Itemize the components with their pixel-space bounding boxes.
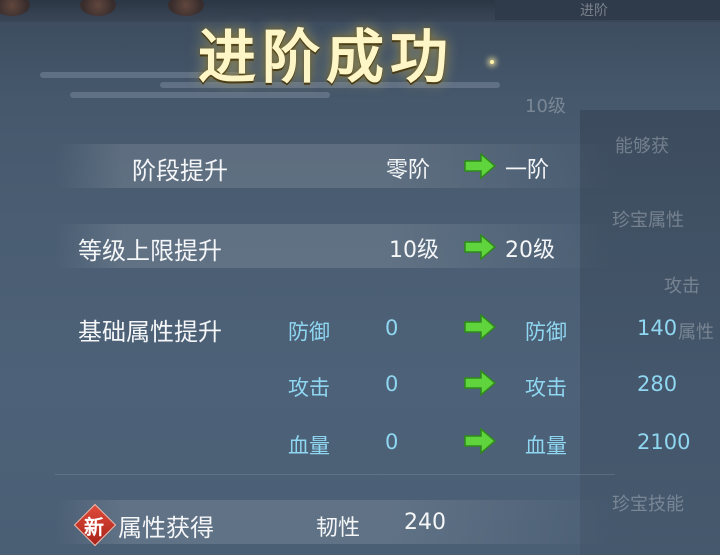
level-cap-to: 20级 (505, 238, 555, 263)
green-right-arrow-icon (463, 370, 497, 396)
attr-name-to: 攻击 (525, 376, 567, 400)
background-ghost-text: 珍宝技能 (612, 494, 684, 515)
attr-value-from: 0 (385, 430, 399, 454)
attr-name-to: 血量 (525, 434, 567, 458)
green-right-arrow-icon (463, 428, 497, 454)
stage-to: 一阶 (505, 158, 550, 183)
background-ghost-text: 珍宝属性 (612, 210, 684, 231)
sparkle-icon (490, 60, 494, 64)
attr-name-from: 攻击 (288, 376, 330, 400)
stage-label: 阶段提升 (132, 157, 228, 185)
attr-gain-value: 240 (404, 510, 446, 535)
attr-name-from: 血量 (288, 434, 330, 458)
attr-value-to: 140 (637, 316, 678, 340)
attr-value-to: 280 (637, 372, 678, 396)
green-right-arrow-icon (463, 234, 497, 260)
attr-name-from: 防御 (288, 320, 330, 344)
green-right-arrow-icon (463, 314, 497, 340)
attr-value-from: 0 (385, 316, 399, 340)
new-badge-icon: 新 (73, 503, 117, 547)
attr-value-to: 2100 (637, 430, 691, 454)
attr-value-from: 0 (385, 372, 399, 396)
base-attr-label: 基础属性提升 (78, 318, 222, 346)
page-title: 进阶成功 (198, 23, 455, 91)
background-ghost-text: 攻击 (664, 276, 700, 297)
background-tab: 进阶 (495, 0, 720, 20)
level-cap-from: 10级 (389, 238, 439, 263)
background-ghost-text: 10级 (525, 96, 566, 117)
attr-gain-name: 韧性 (316, 516, 361, 541)
level-cap-label: 等级上限提升 (78, 237, 222, 265)
attr-name-to: 防御 (525, 320, 567, 344)
green-right-arrow-icon (463, 153, 497, 179)
background-ghost-text: 能够获 (615, 136, 669, 157)
attr-gain-label: 属性获得 (118, 514, 214, 542)
divider (55, 474, 615, 475)
background-ghost-text: 属性 (678, 322, 714, 343)
stage-from: 零阶 (386, 158, 431, 183)
